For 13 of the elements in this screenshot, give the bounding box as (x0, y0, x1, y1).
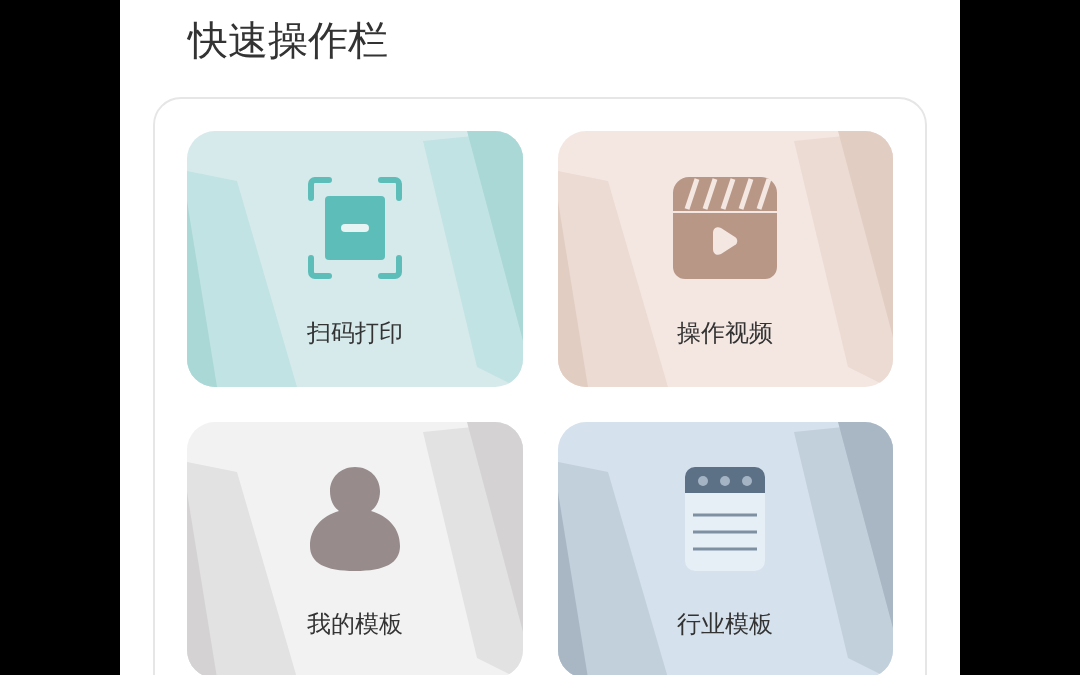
action-card[interactable]: 我的模板 (187, 422, 523, 675)
action-label: 扫码打印 (306, 318, 403, 349)
section-title: 快速操作栏 (188, 16, 389, 65)
person-icon (309, 467, 400, 571)
document-icon (685, 467, 766, 571)
action-label: 行业模板 (677, 609, 774, 640)
action-card[interactable]: 行业模板 (557, 422, 893, 675)
action-label: 我的模板 (306, 609, 403, 640)
action-card[interactable]: 操作视频 (557, 131, 893, 387)
scan-icon (306, 176, 403, 280)
action-label: 操作视频 (677, 318, 774, 349)
action-card[interactable]: 扫码打印 (187, 131, 523, 387)
clapperboard-icon (673, 177, 778, 279)
